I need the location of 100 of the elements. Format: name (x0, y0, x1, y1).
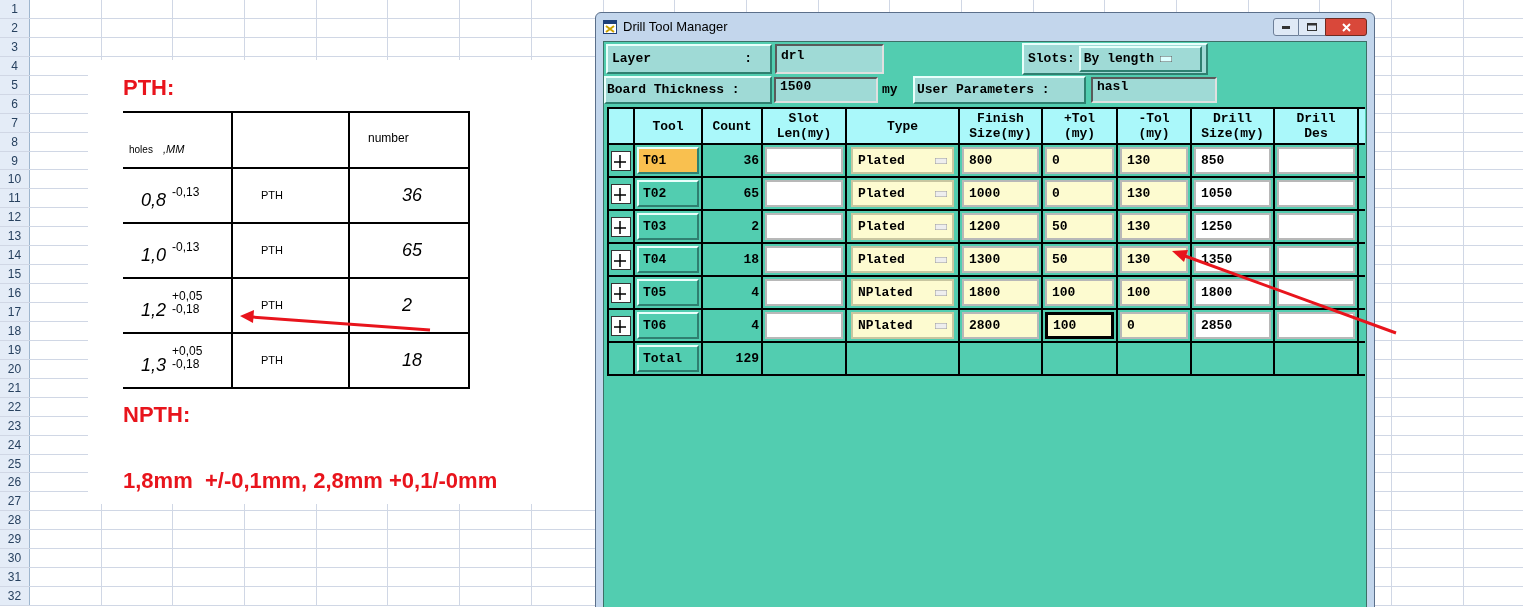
row-number[interactable]: 32 (0, 587, 30, 605)
tool-button[interactable]: T06 (637, 312, 699, 339)
dropdown-icon (935, 289, 947, 296)
slots-dropdown[interactable]: By length (1078, 46, 1202, 72)
text-field[interactable]: 0 (1045, 180, 1114, 207)
layer-button[interactable]: Layer : (606, 44, 772, 74)
scan-header: holes (129, 143, 153, 157)
text-field[interactable]: 2850 (1194, 312, 1271, 339)
text-field[interactable]: 1350 (1194, 246, 1271, 273)
row-number[interactable]: 1 (0, 0, 30, 18)
row-number[interactable]: 30 (0, 549, 30, 568)
tool-button[interactable]: T01 (637, 147, 699, 174)
section-title: NPTH: (123, 401, 191, 429)
column-header: Drill Size(my) (1192, 109, 1275, 145)
row-number[interactable]: 29 (0, 530, 30, 549)
type-dropdown[interactable]: Plated (851, 246, 954, 273)
tool-button[interactable]: T05 (637, 279, 699, 306)
text-field[interactable]: 1800 (1194, 279, 1271, 306)
text-field[interactable]: 100 (1045, 312, 1114, 339)
text-field[interactable]: 0 (1120, 312, 1188, 339)
total-button[interactable]: Total (637, 345, 699, 372)
row-number[interactable]: 31 (0, 568, 30, 587)
row-number[interactable]: 17 (0, 303, 30, 321)
row-number[interactable]: 15 (0, 265, 30, 284)
text-field[interactable] (765, 279, 843, 306)
text-field[interactable]: 1050 (1194, 180, 1271, 207)
text-field[interactable]: 1300 (962, 246, 1039, 273)
minimize-button[interactable] (1273, 18, 1299, 36)
text-field[interactable] (1277, 180, 1355, 207)
scan-header: number (368, 130, 409, 147)
text-field[interactable] (765, 213, 843, 240)
text-field[interactable]: 0 (1045, 147, 1114, 174)
text-field[interactable]: 130 (1120, 246, 1188, 273)
scan-cell-text: PTH (261, 298, 283, 314)
tolerance-text: -0,13 (172, 241, 200, 254)
text-field[interactable]: 130 (1120, 213, 1188, 240)
text-field[interactable]: 1800 (962, 279, 1039, 306)
text-field[interactable]: 1000 (962, 180, 1039, 207)
scan-cell-text: 36 (402, 184, 423, 207)
maximize-icon (1307, 23, 1317, 31)
text-field[interactable]: 850 (1194, 147, 1271, 174)
tool-button[interactable]: T02 (637, 180, 699, 207)
user-parameters-field[interactable]: hasl (1093, 79, 1215, 101)
column-header: -Tol (my) (1118, 109, 1192, 145)
type-dropdown[interactable]: NPlated (851, 312, 954, 339)
text-field[interactable] (765, 246, 843, 273)
close-button[interactable] (1325, 18, 1367, 36)
text-field[interactable] (1277, 246, 1355, 273)
text-field[interactable] (1277, 279, 1355, 306)
row-number[interactable]: 11 (0, 189, 30, 208)
text-field[interactable]: 50 (1045, 213, 1114, 240)
dropdown-icon (935, 256, 947, 263)
text-field[interactable]: 1250 (1194, 213, 1271, 240)
row-number[interactable]: 10 (0, 170, 30, 189)
text-field[interactable]: 130 (1120, 180, 1188, 207)
row-number[interactable]: 27 (0, 492, 30, 511)
layer-field[interactable]: drl (777, 46, 882, 72)
count-cell-text: 4 (751, 283, 759, 302)
column-header: Finish Size(my) (960, 109, 1043, 145)
minimize-icon (1282, 25, 1290, 29)
total-count: 129 (735, 349, 759, 368)
expand-icon[interactable] (611, 282, 631, 303)
text-field[interactable] (765, 312, 843, 339)
text-field[interactable]: 800 (962, 147, 1039, 174)
expand-icon[interactable] (611, 315, 631, 336)
dropdown-icon (935, 157, 947, 164)
expand-icon[interactable] (611, 216, 631, 237)
row-number[interactable]: 28 (0, 511, 30, 530)
text-field[interactable] (1277, 312, 1355, 339)
row-number[interactable]: 12 (0, 208, 30, 227)
maximize-button[interactable] (1299, 18, 1325, 36)
expand-icon[interactable] (611, 249, 631, 270)
section-title: PTH: (123, 74, 175, 102)
text-field[interactable] (1277, 213, 1355, 240)
type-dropdown[interactable]: Plated (851, 213, 954, 240)
type-dropdown[interactable]: Plated (851, 147, 954, 174)
row-number[interactable]: 14 (0, 246, 30, 265)
scan-header: ,MM (162, 141, 185, 157)
expand-icon[interactable] (611, 150, 631, 171)
text-field[interactable]: 1200 (962, 213, 1039, 240)
row-number[interactable]: 13 (0, 227, 30, 246)
user-parameters-button[interactable]: User Parameters : (913, 76, 1086, 104)
row-number[interactable]: 26 (0, 473, 30, 492)
thickness-field[interactable]: 1500 (776, 79, 876, 101)
tool-button[interactable]: T04 (637, 246, 699, 273)
text-field[interactable] (765, 147, 843, 174)
type-dropdown[interactable]: Plated (851, 180, 954, 207)
text-field[interactable]: 100 (1045, 279, 1114, 306)
text-field[interactable]: 100 (1120, 279, 1188, 306)
text-field[interactable]: 2800 (962, 312, 1039, 339)
tolerance-text: -0,18 (172, 302, 200, 316)
tool-button[interactable]: T03 (637, 213, 699, 240)
expand-icon[interactable] (611, 183, 631, 204)
text-field[interactable] (1277, 147, 1355, 174)
count-cell-text: 18 (743, 250, 759, 269)
text-field[interactable] (765, 180, 843, 207)
text-field[interactable]: 50 (1045, 246, 1114, 273)
type-dropdown[interactable]: NPlated (851, 279, 954, 306)
row-number[interactable]: 16 (0, 284, 30, 302)
text-field[interactable]: 130 (1120, 147, 1188, 174)
